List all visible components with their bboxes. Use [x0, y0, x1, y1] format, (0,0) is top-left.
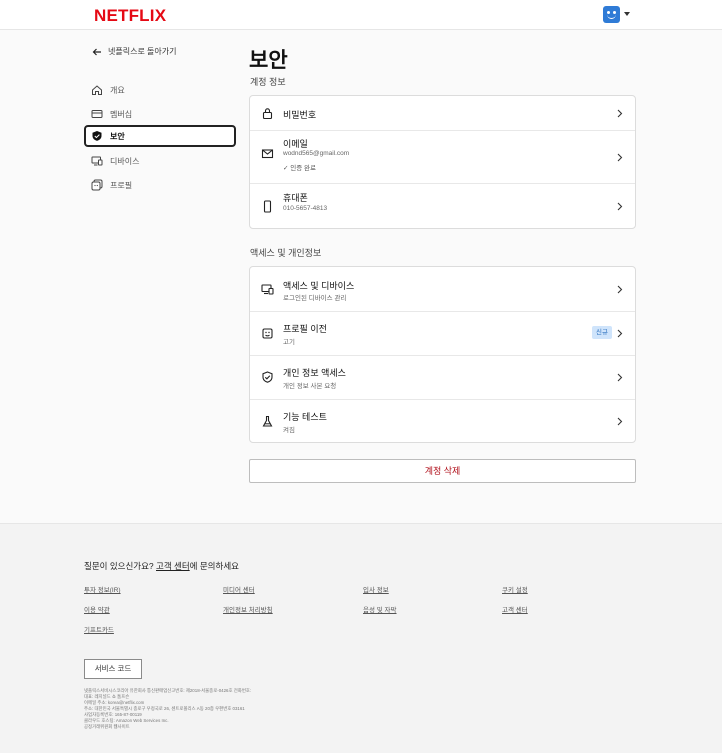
chevron-right-icon: [617, 417, 623, 426]
sidebar-item-label: 보안: [110, 131, 125, 141]
chevron-right-icon: [617, 202, 623, 211]
chevron-right-icon: [617, 153, 623, 162]
account-info-card: 비밀번호 이메일 wodnd565@gmail.com ✓ 인증 완료 휴대폰 …: [249, 95, 636, 229]
access-privacy-card: 액세스 및 디바이스 로그인된 디바이스 관리 프로필 이전 고기 신규 개인 …: [249, 266, 636, 443]
footer-link-gift-cards[interactable]: 기프트카드: [84, 624, 114, 634]
row-title: 액세스 및 디바이스: [283, 281, 355, 291]
row-title: 기능 테스트: [283, 412, 327, 422]
profile-transfer-row[interactable]: 프로필 이전 고기 신규: [250, 312, 635, 355]
netflix-logo[interactable]: NETFLIX: [94, 6, 166, 26]
phone-value: 010-5657-4813: [283, 205, 328, 212]
section-access-privacy: 액세스 및 개인정보: [250, 248, 322, 258]
row-subtitle: 고기: [283, 339, 295, 346]
service-code-button[interactable]: 서비스 코드: [84, 659, 142, 679]
footer: 질문이 있으신가요? 고객 센터에 문의하세요 투자 정보(IR) 미디어 센터…: [0, 523, 722, 753]
row-subtitle: 로그인된 디바이스 관리: [283, 295, 347, 302]
sidebar-item-membership[interactable]: 멤버십: [84, 103, 236, 125]
check-icon: ✓: [283, 165, 289, 172]
section-account-info: 계정 정보: [250, 77, 286, 87]
chevron-right-icon: [617, 373, 623, 382]
footer-link-cookies[interactable]: 쿠키 설정: [502, 584, 528, 594]
sidebar-item-label: 디바이스: [110, 156, 140, 166]
row-subtitle: 켜짐: [283, 427, 295, 434]
chevron-right-icon: [617, 329, 623, 338]
row-title: 개인 정보 액세스: [283, 368, 346, 378]
footer-link-terms[interactable]: 이용 약관: [84, 604, 110, 614]
footer-link-ir[interactable]: 투자 정보(IR): [84, 584, 121, 594]
chevron-right-icon: [617, 109, 623, 118]
feature-test-row[interactable]: 기능 테스트 켜짐: [250, 400, 635, 443]
legal-text: 넷플릭스서비시스코리아 유한회사 통신판매업신고번호: 제2018-서울종로-0…: [84, 688, 252, 729]
top-bar: NETFLIX: [0, 0, 722, 30]
card-icon: [91, 110, 103, 118]
devices-icon: [91, 156, 103, 166]
help-center-link[interactable]: 고객 센터: [156, 561, 190, 571]
profile-avatar[interactable]: [603, 6, 620, 23]
profiles-icon: [91, 179, 103, 191]
footer-link-jobs[interactable]: 입사 정보: [363, 584, 389, 594]
email-value: wodnd565@gmail.com: [283, 150, 350, 157]
footer-link-media[interactable]: 미디어 센터: [223, 584, 255, 594]
delete-account-button[interactable]: 계정 삭제: [249, 459, 636, 483]
row-title: 휴대폰: [283, 193, 308, 203]
arrow-left-icon: [92, 48, 101, 55]
sidebar-item-security[interactable]: 보안: [84, 125, 236, 147]
devices-icon: [261, 284, 274, 295]
row-title: 비밀번호: [283, 110, 317, 120]
back-label: 넷플릭스로 돌아가기: [108, 47, 177, 56]
lock-icon: [262, 108, 273, 120]
profile-transfer-icon: [262, 328, 273, 339]
sidebar-item-label: 개요: [110, 85, 125, 95]
new-badge: 신규: [592, 326, 612, 339]
footer-link-privacy[interactable]: 개인정보 처리방침: [223, 604, 273, 614]
phone-row[interactable]: 휴대폰 010-5657-4813: [250, 184, 635, 229]
row-title: 이메일: [283, 139, 308, 149]
sidebar-item-devices[interactable]: 디바이스: [84, 150, 236, 172]
row-title: 프로필 이전: [283, 324, 327, 334]
home-icon: [92, 85, 102, 95]
email-row[interactable]: 이메일 wodnd565@gmail.com ✓ 인증 완료: [250, 131, 635, 183]
footer-link-help-center[interactable]: 고객 센터: [502, 604, 528, 614]
page-title: 보안: [249, 49, 288, 72]
footer-link-audio-subtitles[interactable]: 음성 및 자막: [363, 604, 397, 614]
verified-status: ✓ 인증 완료: [283, 165, 316, 172]
sidebar-item-label: 프로필: [110, 180, 133, 190]
personal-data-access-row[interactable]: 개인 정보 액세스 개인 정보 사본 요청: [250, 356, 635, 399]
flask-icon: [262, 415, 273, 427]
sidebar-item-profiles[interactable]: 프로필: [84, 174, 236, 196]
mail-icon: [261, 149, 274, 159]
access-devices-row[interactable]: 액세스 및 디바이스 로그인된 디바이스 관리: [250, 267, 635, 311]
chevron-right-icon: [617, 285, 623, 294]
help-question: 질문이 있으신가요? 고객 센터에 문의하세요: [84, 561, 239, 571]
phone-icon: [263, 200, 272, 213]
caret-down-icon[interactable]: [624, 12, 630, 16]
password-row[interactable]: 비밀번호: [250, 96, 635, 130]
sidebar-item-overview[interactable]: 개요: [84, 79, 236, 101]
shield-icon: [92, 131, 102, 141]
row-subtitle: 개인 정보 사본 요청: [283, 383, 337, 390]
shield-check-icon: [262, 371, 273, 383]
sidebar-item-label: 멤버십: [110, 109, 133, 119]
back-to-netflix-link[interactable]: 넷플릭스로 돌아가기: [92, 46, 176, 57]
